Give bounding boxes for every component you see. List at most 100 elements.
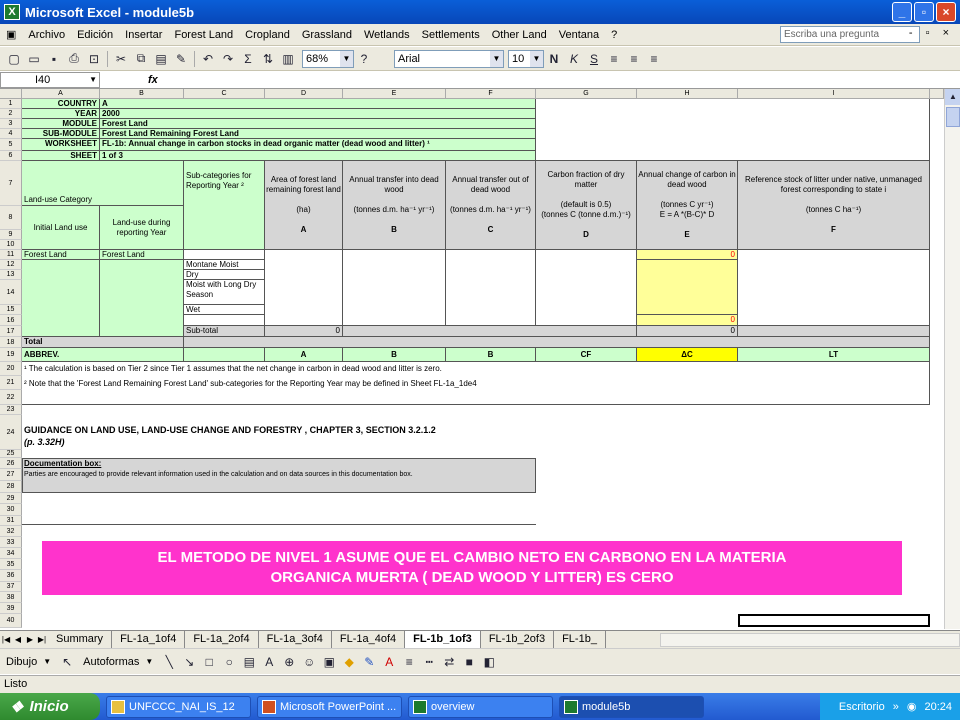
col-header-e[interactable]: E [343, 89, 446, 99]
col-header-i[interactable]: I [738, 89, 930, 99]
menu-settlements[interactable]: Settlements [416, 29, 486, 41]
preview-icon[interactable]: ⊡ [84, 50, 104, 68]
taskbar-item-folder[interactable]: UNFCCC_NAI_IS_12 [106, 695, 251, 718]
taskbar-item-overview[interactable]: overview [408, 695, 553, 718]
col-h-header[interactable]: Annual change of carbon in dead wood (to… [637, 161, 738, 250]
tab-fl-1a-4of4[interactable]: FL-1a_4of4 [332, 631, 406, 648]
row-header[interactable]: 32 [0, 526, 22, 537]
row-header[interactable]: 11 [0, 250, 22, 260]
tab-fl-1b-3of3[interactable]: FL-1b_ [554, 631, 606, 648]
tab-fl-1b-1of3[interactable]: FL-1b_1of3 [405, 631, 481, 648]
carbon-fraction-column-cells[interactable] [536, 250, 637, 326]
save-icon[interactable]: ▪ [44, 50, 64, 68]
underline-icon[interactable]: S [584, 50, 604, 68]
col-header-c[interactable]: C [184, 89, 265, 99]
scroll-thumb[interactable] [946, 107, 960, 127]
minimize-button[interactable]: _ [892, 2, 912, 22]
submodule-label[interactable]: SUB-MODULE [22, 129, 100, 139]
abbrev-b[interactable]: B [343, 348, 446, 362]
menu-ventana[interactable]: Ventana [553, 29, 605, 41]
open-icon[interactable]: ▭ [24, 50, 44, 68]
font-color-icon[interactable]: A [379, 653, 399, 671]
taskbar-item-powerpoint[interactable]: Microsoft PowerPoint ... [257, 695, 402, 718]
row-header[interactable]: 2 [0, 109, 22, 119]
picture-icon[interactable]: ▣ [319, 653, 339, 671]
module-value[interactable]: Forest Land [100, 119, 536, 129]
col-e-header[interactable]: Annual transfer into dead wood (tonnes d… [343, 161, 446, 250]
row-header[interactable]: 23 [0, 405, 22, 415]
row-header[interactable]: 10 [0, 240, 22, 250]
subcat-cell[interactable] [184, 315, 265, 326]
row-header[interactable]: 9 [0, 230, 22, 240]
row-header[interactable]: 8 [0, 206, 22, 230]
abbrev-dc[interactable]: ΔC [637, 348, 738, 362]
rectangle-icon[interactable]: □ [199, 653, 219, 671]
last-sheet-icon[interactable]: ▶| [36, 635, 48, 644]
row-header[interactable]: 27 [0, 469, 22, 481]
align-left-icon[interactable]: ≡ [604, 50, 624, 68]
initial-land-use-blank[interactable] [22, 260, 100, 337]
fill-color-icon[interactable]: ◆ [339, 653, 359, 671]
col-header-g[interactable]: G [536, 89, 637, 99]
row-header[interactable]: 1 [0, 99, 22, 109]
select-pointer-icon[interactable]: ↖ [57, 653, 77, 671]
row-header[interactable]: 39 [0, 603, 22, 614]
tray-chevron-icon[interactable]: » [893, 701, 899, 713]
abbrev-lt[interactable]: LT [738, 348, 930, 362]
land-use-during-cell[interactable]: Forest Land [100, 250, 184, 260]
initial-land-use-header[interactable]: Initial Land use [22, 206, 100, 250]
undo-icon[interactable]: ↶ [198, 50, 218, 68]
land-use-during-blank[interactable] [100, 260, 184, 337]
chart-icon[interactable]: ▥ [278, 50, 298, 68]
transfer-out-column-cells[interactable] [446, 250, 536, 326]
worksheet-label[interactable]: WORKSHEET [22, 139, 100, 151]
abbrev-label[interactable]: ABBREV. [22, 348, 184, 362]
row-header[interactable]: 14 [0, 280, 22, 305]
menu-edicion[interactable]: Edición [71, 29, 119, 41]
format-painter-icon[interactable]: ✎ [171, 50, 191, 68]
row-header[interactable]: 21 [0, 376, 22, 390]
tab-fl-1a-1of4[interactable]: FL-1a_1of4 [112, 631, 186, 648]
menu-archivo[interactable]: Archivo [22, 29, 71, 41]
subcat-wet[interactable]: Wet [184, 305, 265, 315]
subcat-montane-moist[interactable]: Montane Moist [184, 260, 265, 270]
subtotal-carbon[interactable]: 0 [637, 326, 738, 337]
zoom-combo[interactable]: 68% ▼ [302, 49, 354, 68]
subtotal-label[interactable]: Sub-total [184, 326, 265, 337]
col-i-header[interactable]: Reference stock of litter under native, … [738, 161, 930, 250]
dash-style-icon[interactable]: ┅ [419, 653, 439, 671]
horizontal-scrollbar[interactable] [660, 632, 960, 647]
row-header[interactable]: 26 [0, 458, 22, 469]
tab-fl-1b-2of3[interactable]: FL-1b_2of3 [481, 631, 555, 648]
carbon-change-cells[interactable] [637, 260, 738, 315]
sheet-value[interactable]: 1 of 3 [100, 151, 536, 161]
row-header[interactable]: 33 [0, 537, 22, 548]
font-size-combo[interactable]: 10 ▼ [508, 49, 544, 68]
row-header[interactable]: 24 [0, 415, 22, 450]
line-color-icon[interactable]: ✎ [359, 653, 379, 671]
first-sheet-icon[interactable]: |◀ [0, 635, 12, 644]
shadow-icon[interactable]: ■ [459, 653, 479, 671]
name-box[interactable]: I40 ▼ [0, 71, 100, 88]
autoshapes-menu[interactable]: Autoformas [83, 656, 139, 668]
row-header[interactable]: 25 [0, 450, 22, 458]
abbrev-c[interactable]: B [446, 348, 536, 362]
desktop-toolbar[interactable]: Escritorio [839, 701, 885, 713]
subtotal-area[interactable]: 0 [265, 326, 343, 337]
scroll-up-icon[interactable]: ▲ [945, 89, 960, 105]
row-header[interactable]: 28 [0, 481, 22, 493]
row-header[interactable]: 4 [0, 129, 22, 139]
col-header-b[interactable]: B [100, 89, 184, 99]
row-header[interactable]: 29 [0, 493, 22, 504]
row-header[interactable]: 30 [0, 504, 22, 516]
maximize-button[interactable]: ▫ [914, 2, 934, 22]
col-d-header[interactable]: Area of forest land remaining forest lan… [265, 161, 343, 250]
subcat-moist-long-dry[interactable]: Moist with Long Dry Season [184, 280, 265, 305]
col-header-a[interactable]: A [22, 89, 100, 99]
menu-cropland[interactable]: Cropland [239, 29, 296, 41]
carbon-change-sum[interactable]: 0 [637, 315, 738, 326]
align-right-icon[interactable]: ≡ [644, 50, 664, 68]
submodule-value[interactable]: Forest Land Remaining Forest Land [100, 129, 536, 139]
year-value[interactable]: 2000 [100, 109, 536, 119]
print-icon[interactable]: ⎙ [64, 50, 84, 68]
